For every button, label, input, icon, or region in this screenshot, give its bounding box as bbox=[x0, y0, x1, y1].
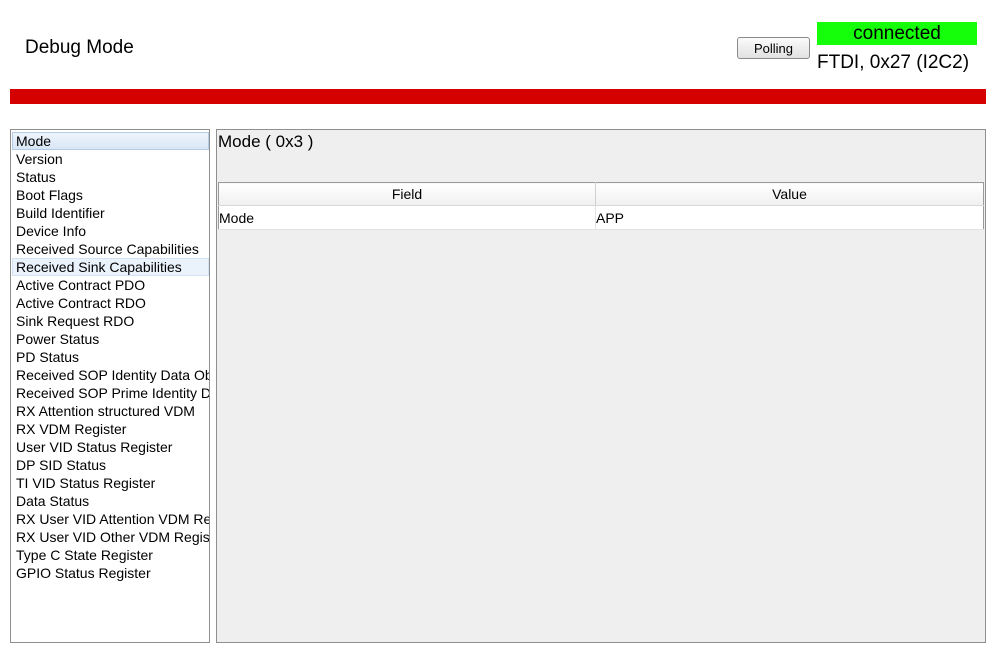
field-cell: Mode bbox=[218, 205, 596, 230]
register-table-body: Mode APP bbox=[218, 205, 984, 230]
connection-info: FTDI, 0x27 (I2C2) bbox=[817, 52, 970, 73]
sidebar-item[interactable]: RX User VID Other VDM Regist bbox=[12, 528, 209, 546]
sidebar-item[interactable]: RX User VID Attention VDM Re bbox=[12, 510, 209, 528]
sidebar-item[interactable]: Power Status bbox=[12, 330, 209, 348]
sidebar-item[interactable]: GPIO Status Register bbox=[12, 564, 209, 582]
sidebar-item[interactable]: Received SOP Identity Data Ob bbox=[12, 366, 209, 384]
page-title: Debug Mode bbox=[25, 37, 134, 58]
status-bar bbox=[10, 89, 986, 104]
polling-button[interactable]: Polling bbox=[737, 37, 810, 59]
register-list-items: Mode Version Status Boot Flags Build Identif… bbox=[11, 130, 209, 582]
column-header-value[interactable]: Value bbox=[595, 182, 984, 206]
register-list[interactable]: Mode Version Status Boot Flags Build Identif… bbox=[10, 129, 210, 643]
sidebar-item[interactable]: Build Identifier bbox=[12, 204, 209, 222]
sidebar-item[interactable]: PD Status bbox=[12, 348, 209, 366]
sidebar-item[interactable]: Status bbox=[12, 168, 209, 186]
sidebar-item[interactable]: DP SID Status bbox=[12, 456, 209, 474]
sidebar-item[interactable]: Boot Flags bbox=[12, 186, 209, 204]
sidebar-item[interactable]: Received Sink Capabilities bbox=[12, 258, 209, 276]
sidebar-item[interactable]: Data Status bbox=[12, 492, 209, 510]
sidebar-item[interactable]: Received SOP Prime Identity D bbox=[12, 384, 209, 402]
table-header-row: Field Value bbox=[218, 182, 984, 206]
sidebar-item[interactable]: Active Contract PDO bbox=[12, 276, 209, 294]
sidebar-item[interactable]: Device Info bbox=[12, 222, 209, 240]
sidebar-item[interactable]: RX VDM Register bbox=[12, 420, 209, 438]
register-title: Mode ( 0x3 ) bbox=[218, 132, 314, 151]
value-cell: APP bbox=[595, 205, 984, 230]
register-table: Field Value Mode APP bbox=[218, 182, 984, 230]
connection-status-badge: connected bbox=[817, 22, 977, 45]
sidebar-item[interactable]: Type C State Register bbox=[12, 546, 209, 564]
sidebar-item[interactable]: User VID Status Register bbox=[12, 438, 209, 456]
column-header-field[interactable]: Field bbox=[218, 182, 596, 206]
sidebar-item[interactable]: Received Source Capabilities bbox=[12, 240, 209, 258]
detail-panel: Mode ( 0x3 ) Field Value Mode APP bbox=[216, 129, 986, 643]
sidebar-item[interactable]: RX Attention structured VDM bbox=[12, 402, 209, 420]
sidebar-item[interactable]: Sink Request RDO bbox=[12, 312, 209, 330]
app-window: Debug Mode Polling connected FTDI, 0x27 … bbox=[0, 0, 993, 654]
sidebar-item[interactable]: Mode bbox=[12, 132, 209, 150]
sidebar-item[interactable]: TI VID Status Register bbox=[12, 474, 209, 492]
sidebar-item[interactable]: Version bbox=[12, 150, 209, 168]
sidebar-item[interactable]: Active Contract RDO bbox=[12, 294, 209, 312]
table-row[interactable]: Mode APP bbox=[218, 205, 984, 230]
